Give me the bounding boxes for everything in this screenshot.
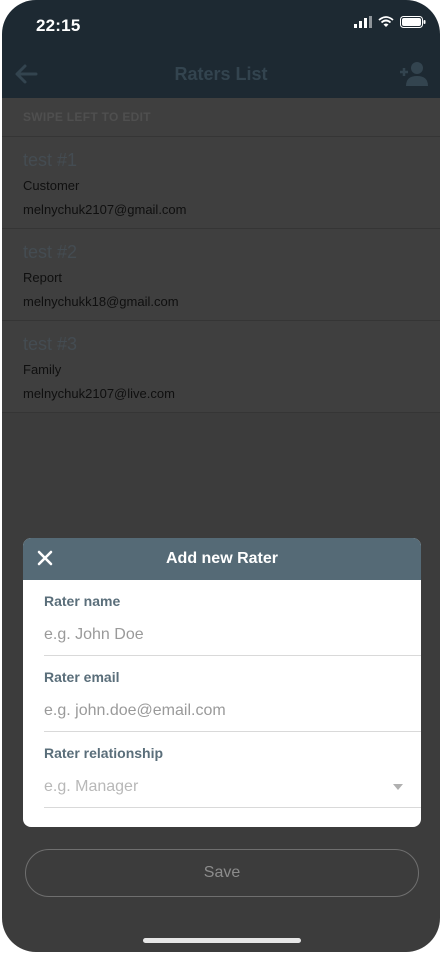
rater-email-input[interactable] — [44, 696, 394, 726]
status-icons — [354, 16, 426, 28]
status-bar: 22:15 — [2, 0, 440, 50]
save-button[interactable]: Save — [25, 849, 419, 897]
rater-email-label: Rater email — [44, 669, 120, 685]
dialog-title: Add new Rater — [165, 550, 278, 567]
add-rater-dialog: Add new Rater Rater name Rater email Rat… — [23, 538, 421, 827]
rater-relationship: Family — [23, 362, 62, 377]
swipe-hint: SWIPE LEFT TO EDIT — [2, 98, 440, 137]
rater-relationship: Customer — [23, 178, 80, 193]
chevron-down-icon[interactable] — [393, 784, 403, 790]
home-indicator[interactable] — [143, 938, 301, 943]
rater-name: test #1 — [23, 150, 78, 170]
list-item[interactable]: test #3 Family melnychuk2107@live.com — [2, 321, 440, 413]
rater-name-label: Rater name — [44, 593, 121, 609]
rater-relationship-field[interactable]: Rater relationship e.g. Manager — [44, 732, 421, 808]
rater-name: test #3 — [23, 334, 78, 354]
rater-email: melnychukk18@gmail.com — [23, 294, 179, 309]
page-title: Raters List — [174, 64, 268, 84]
rater-name: test #2 — [23, 242, 78, 262]
rater-relationship-select[interactable]: e.g. Manager — [44, 772, 138, 802]
list-item[interactable]: test #1 Customer melnychuk2107@gmail.com — [2, 137, 440, 229]
rater-email: melnychuk2107@live.com — [23, 386, 175, 401]
rater-email: melnychuk2107@gmail.com — [23, 202, 187, 217]
rater-name-field: Rater name — [44, 580, 421, 656]
rater-relationship: Report — [23, 270, 63, 285]
rater-name-input[interactable] — [44, 620, 394, 650]
rater-email-field: Rater email — [44, 656, 421, 732]
signal-icon — [354, 16, 372, 28]
add-user-icon[interactable] — [398, 58, 430, 90]
nav-bar: Raters List — [2, 50, 440, 98]
phone-screen: 22:15 Raters List SWIPE LEFT TO EDIT tes… — [2, 0, 440, 952]
wifi-icon — [378, 16, 394, 27]
status-time: 22:15 — [36, 16, 81, 35]
dialog-header: Add new Rater — [23, 538, 421, 580]
battery-icon — [400, 16, 426, 28]
list-item[interactable]: test #2 Report melnychukk18@gmail.com — [2, 229, 440, 321]
rater-relationship-label: Rater relationship — [44, 745, 164, 761]
